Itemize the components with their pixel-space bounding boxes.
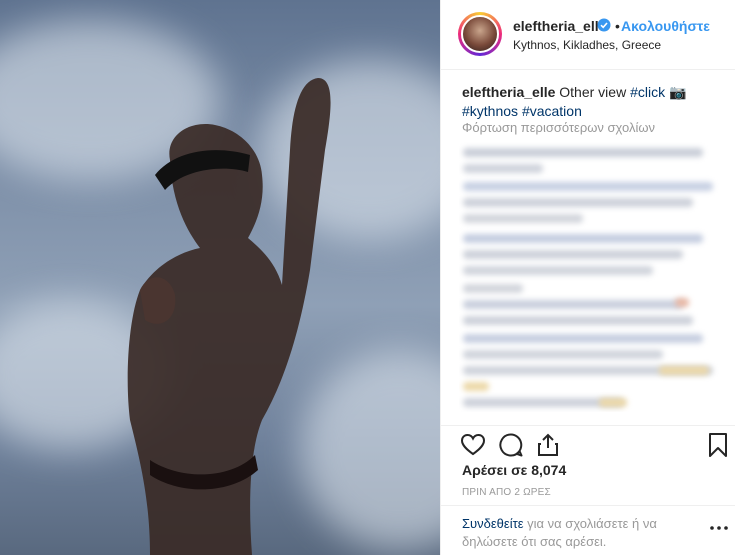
blurred-comment — [463, 382, 489, 391]
blurred-comment — [463, 316, 693, 325]
blurred-comment — [463, 148, 703, 157]
hashtag-click[interactable]: #click — [630, 84, 665, 100]
blurred-comment — [463, 266, 653, 275]
blurred-comment — [463, 182, 713, 191]
bookmark-icon[interactable] — [705, 432, 731, 458]
post-header: eleftheria_elle • Ακολουθήστε Kythnos, K… — [441, 0, 735, 70]
share-icon[interactable] — [535, 432, 561, 458]
caption-username[interactable]: eleftheria_elle — [462, 84, 555, 100]
action-bar — [441, 425, 735, 461]
more-icon[interactable] — [709, 522, 729, 534]
avatar-image — [461, 15, 499, 53]
blurred-comment — [659, 366, 709, 375]
blurred-comment — [463, 214, 583, 223]
like-count[interactable]: Αρέσει σε 8,074 — [462, 462, 566, 478]
login-link[interactable]: Συνδεθείτε — [462, 516, 524, 531]
blurred-comment — [463, 334, 703, 343]
login-prompt: Συνδεθείτε για να σχολιάσετε ή να δηλώσε… — [462, 515, 702, 551]
blurred-comment — [675, 298, 689, 307]
location-link[interactable]: Kythnos, Kikladhes, Greece — [513, 38, 661, 52]
caption-text: Other view — [559, 84, 627, 100]
blurred-comments — [459, 142, 721, 412]
post-timestamp[interactable]: ΠΡΙΝ ΑΠΟ 2 ΩΡΕΣ — [462, 487, 551, 498]
load-more-comments-button[interactable]: Φόρτωση περισσότερων σχολίων — [462, 120, 655, 135]
blurred-comment — [599, 398, 627, 407]
hashtag-vacation[interactable]: #vacation — [522, 103, 582, 119]
blurred-comment — [463, 198, 693, 207]
post-photo[interactable] — [0, 0, 440, 555]
comment-footer: Συνδεθείτε για να σχολιάσετε ή να δηλώσε… — [441, 505, 735, 555]
camera-icon: 📷 — [669, 84, 687, 100]
separator-dot: • — [615, 18, 620, 34]
blurred-comment — [463, 284, 523, 293]
follow-button[interactable]: Ακολουθήστε — [621, 18, 710, 34]
username-link[interactable]: eleftheria_elle — [513, 18, 606, 34]
comment-icon[interactable] — [498, 432, 524, 458]
blurred-comment — [463, 300, 683, 309]
blurred-comment — [463, 234, 703, 243]
hashtag-kythnos[interactable]: #kythnos — [462, 103, 518, 119]
blurred-comment — [463, 164, 543, 173]
post-side-panel: eleftheria_elle • Ακολουθήστε Kythnos, K… — [440, 0, 735, 555]
figure-silhouette — [127, 78, 331, 555]
blurred-comment — [463, 350, 663, 359]
avatar[interactable] — [458, 12, 502, 56]
post-caption: eleftheria_elle Other view #click 📷 #kyt… — [462, 83, 724, 121]
blurred-comment — [463, 250, 683, 259]
verified-icon — [597, 18, 611, 32]
heart-icon[interactable] — [460, 432, 486, 458]
